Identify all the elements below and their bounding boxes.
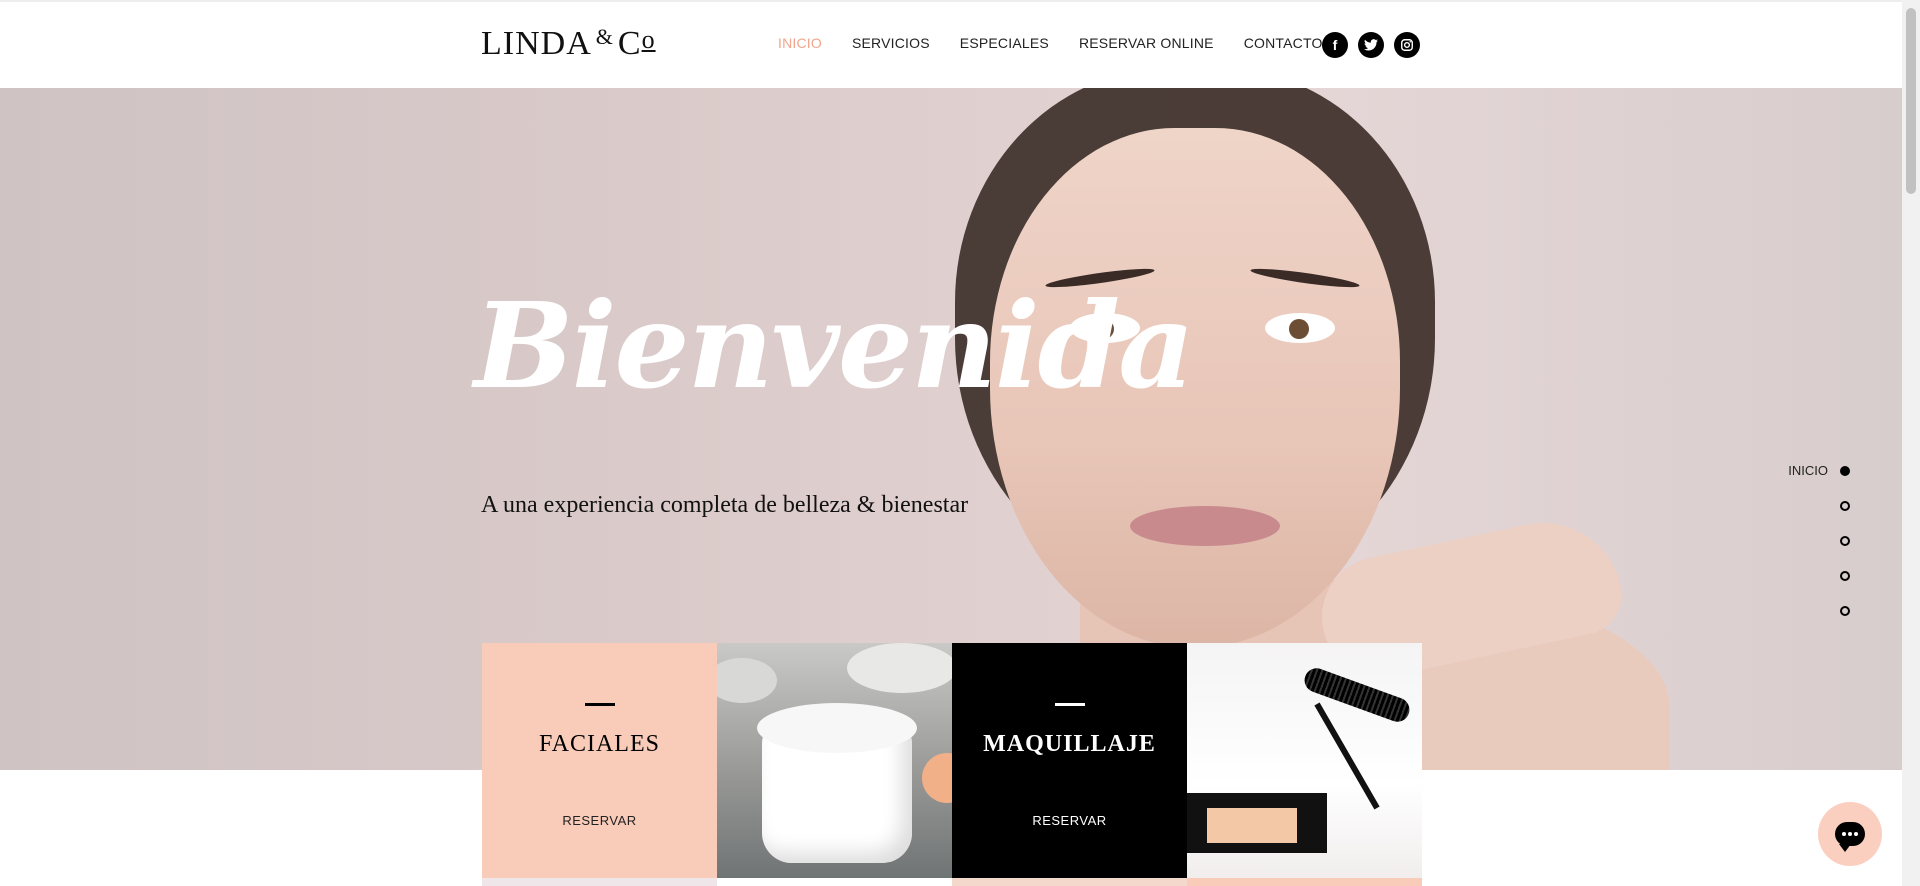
chat-icon — [1835, 822, 1865, 852]
section-dot[interactable] — [1840, 535, 1850, 546]
reservar-faciales-link[interactable]: RESERVAR — [482, 813, 717, 828]
nav-inicio[interactable]: INICIO — [778, 35, 822, 51]
chat-button[interactable] — [1818, 802, 1882, 866]
next-tile-strip — [1187, 878, 1422, 886]
hero-image-eye — [1265, 313, 1335, 343]
nav-especiales[interactable]: ESPECIALES — [960, 35, 1049, 51]
page-scrollbar[interactable] — [1902, 0, 1920, 886]
section-nav-item[interactable] — [1770, 558, 1850, 593]
stone-image — [847, 643, 952, 693]
instagram-icon[interactable] — [1394, 32, 1420, 58]
palette-image — [1187, 793, 1327, 853]
hero-subtitle: A una experiencia completa de belleza & … — [481, 492, 969, 518]
mascara-brush-image — [1301, 664, 1413, 726]
section-nav-item[interactable] — [1770, 523, 1850, 558]
section-dot-active[interactable] — [1840, 465, 1850, 476]
facebook-icon[interactable]: f — [1322, 32, 1348, 58]
tile-image-cream — [717, 643, 952, 878]
logo-ampersand: & — [595, 24, 614, 49]
social-links: f — [1322, 32, 1420, 58]
nav-servicios[interactable]: SERVICIOS — [852, 35, 930, 51]
section-nav-label: INICIO — [1788, 463, 1828, 478]
hero-title: Bienvenida — [474, 276, 1195, 415]
logo-c: C — [617, 25, 642, 62]
tile-divider — [1054, 703, 1085, 706]
stone-image — [717, 658, 777, 703]
tile-divider — [584, 703, 615, 706]
nav-contacto[interactable]: CONTACTO — [1244, 35, 1323, 51]
section-nav-item[interactable] — [1770, 488, 1850, 523]
reservar-maquillaje-link[interactable]: RESERVAR — [952, 813, 1187, 828]
tile-maquillaje: MAQUILLAJE RESERVAR — [952, 643, 1187, 878]
rose-image — [922, 753, 952, 803]
section-nav-item[interactable] — [1770, 593, 1850, 628]
tile-title: FACIALES — [539, 731, 660, 757]
logo-o: o — [641, 25, 656, 54]
nav-reservar-online[interactable]: RESERVAR ONLINE — [1079, 35, 1214, 51]
next-tile-strip — [952, 878, 1187, 886]
tile-image-makeup — [1187, 643, 1422, 878]
main-nav: INICIO SERVICIOS ESPECIALES RESERVAR ONL… — [778, 35, 1323, 51]
service-tiles: FACIALES RESERVAR MAQUILLAJE RESERVAR — [482, 643, 1422, 878]
next-tile-strip — [482, 878, 717, 886]
section-dot[interactable] — [1840, 605, 1850, 616]
scrollbar-thumb[interactable] — [1906, 8, 1916, 194]
hero-image-lips — [1130, 506, 1280, 546]
section-nav-item[interactable]: INICIO — [1770, 453, 1850, 488]
twitter-icon[interactable] — [1358, 32, 1384, 58]
tile-faciales: FACIALES RESERVAR — [482, 643, 717, 878]
cream-top-image — [757, 703, 917, 753]
logo-text: LINDA — [481, 25, 592, 62]
site-header: LINDA & Co INICIO SERVICIOS ESPECIALES RES… — [0, 0, 1902, 88]
tile-title: MAQUILLAJE — [983, 731, 1156, 757]
site-logo[interactable]: LINDA & Co — [481, 26, 656, 61]
section-nav: INICIO — [1770, 453, 1850, 628]
section-dot[interactable] — [1840, 570, 1850, 581]
section-dot[interactable] — [1840, 500, 1850, 511]
